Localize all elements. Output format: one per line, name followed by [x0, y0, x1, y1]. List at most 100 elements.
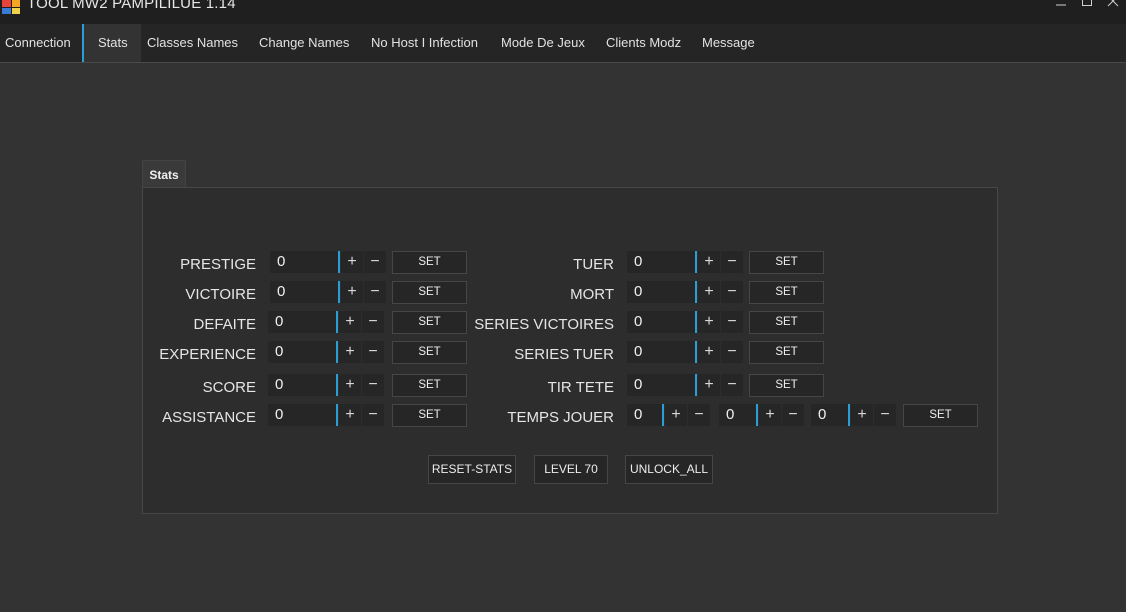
maximize-icon[interactable] — [1074, 0, 1100, 10]
tab-stats[interactable]: Stats — [82, 24, 141, 62]
series-victoires-stepper: 0 + − — [627, 311, 743, 333]
temps-hours-input[interactable]: 0 — [627, 404, 664, 426]
assistance-set-button[interactable]: SET — [392, 404, 467, 427]
tab-classes-names[interactable]: Classes Names — [147, 24, 238, 62]
assistance-plus-button[interactable]: + — [339, 404, 361, 426]
defaite-minus-button[interactable]: − — [362, 311, 384, 333]
experience-plus-button[interactable]: + — [339, 341, 361, 363]
minimize-icon[interactable] — [1048, 0, 1074, 10]
label-series-victoires: SERIES VICTOIRES — [474, 316, 614, 333]
mort-set-button[interactable]: SET — [749, 281, 824, 304]
series-tuer-minus-button[interactable]: − — [721, 341, 743, 363]
menu-bar: Connection Stats Classes Names Change Na… — [0, 24, 1126, 63]
victoire-stepper: 0 + − — [270, 281, 386, 303]
prestige-minus-button[interactable]: − — [364, 251, 386, 273]
panel-tab-stats[interactable]: Stats — [142, 160, 186, 189]
label-temps-jouer: TEMPS JOUER — [507, 409, 614, 426]
series-victoires-plus-button[interactable]: + — [698, 311, 720, 333]
series-tuer-plus-button[interactable]: + — [698, 341, 720, 363]
tab-message[interactable]: Message — [702, 24, 755, 62]
defaite-stepper: 0 + − — [268, 311, 384, 333]
temps-minutes-minus-button[interactable]: − — [782, 404, 804, 426]
experience-minus-button[interactable]: − — [362, 341, 384, 363]
label-series-tuer: SERIES TUER — [514, 346, 614, 363]
score-set-button[interactable]: SET — [392, 374, 467, 397]
mort-input[interactable]: 0 — [627, 281, 697, 303]
temps-seconds-input[interactable]: 0 — [811, 404, 850, 426]
defaite-plus-button[interactable]: + — [339, 311, 361, 333]
score-minus-button[interactable]: − — [362, 374, 384, 396]
temps-minutes-input[interactable]: 0 — [719, 404, 758, 426]
tab-clients-modz[interactable]: Clients Modz — [606, 24, 681, 62]
level-70-button[interactable]: LEVEL 70 — [534, 455, 608, 484]
label-mort: MORT — [570, 286, 614, 303]
tab-no-host-infection[interactable]: No Host I Infection — [371, 24, 478, 62]
label-score: SCORE — [202, 379, 256, 396]
victoire-minus-button[interactable]: − — [364, 281, 386, 303]
tir-tete-stepper: 0 + − — [627, 374, 743, 396]
temps-hours-stepper: 0 + − — [627, 404, 710, 426]
series-victoires-input[interactable]: 0 — [627, 311, 697, 333]
temps-jouer-set-button[interactable]: SET — [903, 404, 978, 427]
prestige-stepper: 0 + − — [270, 251, 386, 273]
prestige-plus-button[interactable]: + — [341, 251, 363, 273]
temps-hours-minus-button[interactable]: − — [688, 404, 710, 426]
mort-plus-button[interactable]: + — [698, 281, 720, 303]
tab-mode-de-jeux[interactable]: Mode De Jeux — [501, 24, 585, 62]
tuer-set-button[interactable]: SET — [749, 251, 824, 274]
victoire-plus-button[interactable]: + — [341, 281, 363, 303]
assistance-input[interactable]: 0 — [268, 404, 338, 426]
label-assistance: ASSISTANCE — [162, 409, 256, 426]
tuer-input[interactable]: 0 — [627, 251, 697, 273]
series-victoires-minus-button[interactable]: − — [721, 311, 743, 333]
defaite-set-button[interactable]: SET — [392, 311, 467, 334]
title-bar: TOOL MW2 PAMPILILUE 1.14 — [0, 0, 1126, 24]
tir-tete-set-button[interactable]: SET — [749, 374, 824, 397]
window-title: TOOL MW2 PAMPILILUE 1.14 — [27, 0, 236, 12]
score-stepper: 0 + − — [268, 374, 384, 396]
mort-stepper: 0 + − — [627, 281, 743, 303]
reset-stats-button[interactable]: RESET-STATS — [428, 455, 516, 484]
prestige-input[interactable]: 0 — [270, 251, 340, 273]
label-tuer: TUER — [573, 256, 614, 273]
temps-seconds-stepper: 0 + − — [811, 404, 896, 426]
victoire-set-button[interactable]: SET — [392, 281, 467, 304]
app-logo-icon — [2, 0, 20, 14]
temps-hours-plus-button[interactable]: + — [665, 404, 687, 426]
temps-seconds-plus-button[interactable]: + — [851, 404, 873, 426]
prestige-set-button[interactable]: SET — [392, 251, 467, 274]
temps-seconds-minus-button[interactable]: − — [874, 404, 896, 426]
score-input[interactable]: 0 — [268, 374, 338, 396]
label-victoire: VICTOIRE — [185, 286, 256, 303]
label-prestige: PRESTIGE — [180, 256, 256, 273]
series-tuer-input[interactable]: 0 — [627, 341, 697, 363]
series-tuer-stepper: 0 + − — [627, 341, 743, 363]
label-defaite: DEFAITE — [193, 316, 256, 333]
label-tir-tete: TIR TETE — [547, 379, 614, 396]
experience-input[interactable]: 0 — [268, 341, 338, 363]
score-plus-button[interactable]: + — [339, 374, 361, 396]
tuer-plus-button[interactable]: + — [698, 251, 720, 273]
tab-connection[interactable]: Connection — [5, 24, 71, 62]
assistance-stepper: 0 + − — [268, 404, 384, 426]
temps-minutes-stepper: 0 + − — [719, 404, 804, 426]
tir-tete-input[interactable]: 0 — [627, 374, 697, 396]
label-experience: EXPERIENCE — [159, 346, 256, 363]
temps-minutes-plus-button[interactable]: + — [759, 404, 781, 426]
series-victoires-set-button[interactable]: SET — [749, 311, 824, 334]
series-tuer-set-button[interactable]: SET — [749, 341, 824, 364]
close-icon[interactable] — [1100, 0, 1126, 10]
victoire-input[interactable]: 0 — [270, 281, 340, 303]
mort-minus-button[interactable]: − — [721, 281, 743, 303]
experience-stepper: 0 + − — [268, 341, 384, 363]
assistance-minus-button[interactable]: − — [362, 404, 384, 426]
window-controls — [1048, 0, 1126, 10]
tuer-minus-button[interactable]: − — [721, 251, 743, 273]
tir-tete-plus-button[interactable]: + — [698, 374, 720, 396]
unlock-all-button[interactable]: UNLOCK_ALL — [625, 455, 713, 484]
tuer-stepper: 0 + − — [627, 251, 743, 273]
tab-change-names[interactable]: Change Names — [259, 24, 349, 62]
tir-tete-minus-button[interactable]: − — [721, 374, 743, 396]
defaite-input[interactable]: 0 — [268, 311, 338, 333]
experience-set-button[interactable]: SET — [392, 341, 467, 364]
